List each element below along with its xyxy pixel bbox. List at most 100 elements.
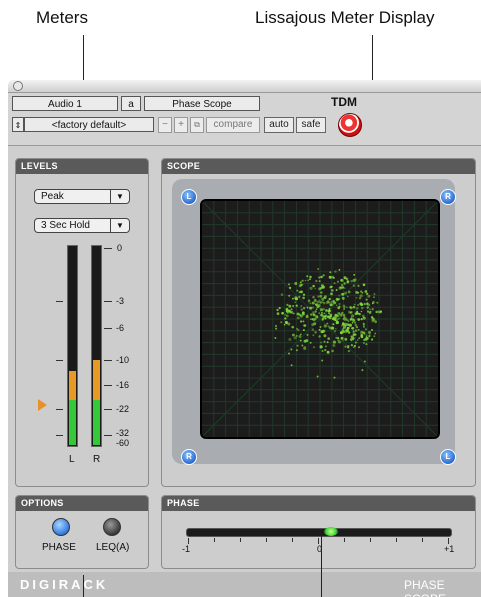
trace-point <box>276 312 280 315</box>
trace-point <box>327 325 330 328</box>
trace-point <box>290 364 293 367</box>
trace-point <box>286 303 289 306</box>
trace-point <box>301 279 304 282</box>
trace-point <box>294 296 298 300</box>
insert-letter[interactable]: a <box>121 96 141 111</box>
trace-point <box>299 313 302 316</box>
preset-arrows-icon[interactable]: ⇕ <box>12 117 24 132</box>
phase-tick <box>422 538 423 542</box>
lissajous-callout: Lissajous Meter Display <box>255 8 435 27</box>
trace-point <box>350 335 353 338</box>
trace-point <box>274 325 277 327</box>
phase-toggle[interactable] <box>52 518 70 536</box>
trace-point <box>285 308 289 311</box>
trace-point <box>318 280 321 282</box>
trace-point <box>276 308 279 312</box>
copy-settings-icon[interactable]: ⧉ <box>190 117 204 133</box>
scale-tick <box>104 435 112 436</box>
bypass-button[interactable] <box>338 113 362 137</box>
trace-point <box>307 279 309 282</box>
peak-indicator-icon[interactable] <box>38 399 47 411</box>
safe-button[interactable]: safe <box>296 117 326 133</box>
trace-point <box>300 305 303 307</box>
trace-point <box>296 289 299 292</box>
trace-point <box>288 352 290 355</box>
peak-hold-select[interactable]: 3 Sec Hold ▼ <box>34 218 130 233</box>
trace-point <box>312 318 316 322</box>
scale-60: -60 <box>116 438 130 448</box>
trace-point <box>302 293 306 296</box>
trace-point <box>373 335 376 338</box>
trace-point <box>337 318 339 321</box>
trace-point <box>329 271 332 274</box>
trace-point <box>353 303 356 306</box>
trace-point <box>298 335 302 338</box>
trace-point <box>312 334 315 337</box>
trace-point <box>322 308 325 311</box>
plugin-name[interactable]: Phase Scope <box>144 96 260 111</box>
trace-point <box>287 322 291 326</box>
trace-point <box>306 306 309 309</box>
scale-tick <box>56 301 63 302</box>
meter-mode-select[interactable]: Peak ▼ <box>34 189 130 204</box>
trace-point <box>315 303 317 306</box>
trace-point <box>366 292 369 295</box>
window-titlebar[interactable] <box>8 80 481 93</box>
trace-point <box>340 278 344 283</box>
trace-point <box>317 268 320 270</box>
trace-point <box>360 310 363 313</box>
trace-point <box>310 313 313 316</box>
tdm-label: TDM <box>331 95 357 109</box>
preset-previous-button[interactable]: − <box>158 117 172 133</box>
trace-point <box>309 341 312 344</box>
trace-point <box>323 340 326 343</box>
trace-point <box>299 281 302 284</box>
lissajous-plot <box>202 201 438 437</box>
levels-title: LEVELS <box>16 159 148 174</box>
options-title: OPTIONS <box>16 496 148 511</box>
trace-point <box>319 326 322 328</box>
trace-point <box>288 294 291 297</box>
trace-point <box>312 296 315 299</box>
left-corner-icon: L <box>181 189 197 205</box>
preset-menu[interactable]: <factory default> <box>24 117 154 132</box>
phase-tick <box>396 538 397 542</box>
trace-point <box>361 369 364 372</box>
trace-point <box>302 307 306 310</box>
scale-6: -6 <box>116 323 125 333</box>
trace-point <box>331 289 334 292</box>
preset-next-button[interactable]: + <box>174 117 188 133</box>
scale-10: -10 <box>116 355 130 365</box>
leqa-toggle[interactable] <box>103 518 121 536</box>
trace-point <box>302 296 305 300</box>
trace-point <box>379 310 382 314</box>
trace-point <box>303 339 307 343</box>
trace-point <box>365 298 368 301</box>
trace-point <box>306 333 309 336</box>
trace-point <box>320 275 323 279</box>
compare-button[interactable]: compare <box>206 117 260 133</box>
digirack-logo: DIGIRACK <box>20 577 109 592</box>
trace-point <box>361 306 364 310</box>
trace-point <box>325 309 328 312</box>
trace-point <box>374 320 377 324</box>
trace-point <box>328 297 331 301</box>
trace-point <box>356 310 359 313</box>
trace-point <box>296 316 300 320</box>
scale-tick <box>104 301 112 302</box>
trace-point <box>359 302 363 306</box>
trace-point <box>362 331 366 335</box>
trace-point <box>315 308 318 311</box>
trace-point <box>365 290 367 293</box>
phase-label: PHASE <box>42 542 76 553</box>
trace-point <box>353 274 356 276</box>
track-name[interactable]: Audio 1 <box>12 96 118 111</box>
trace-point <box>355 341 358 344</box>
left-corner-icon: L <box>440 449 456 465</box>
trace-point <box>318 328 321 331</box>
trace-point <box>321 301 324 303</box>
scale-32: -32 <box>116 428 130 438</box>
trace-point <box>362 316 366 320</box>
close-icon[interactable] <box>13 81 23 91</box>
auto-button[interactable]: auto <box>264 117 294 133</box>
